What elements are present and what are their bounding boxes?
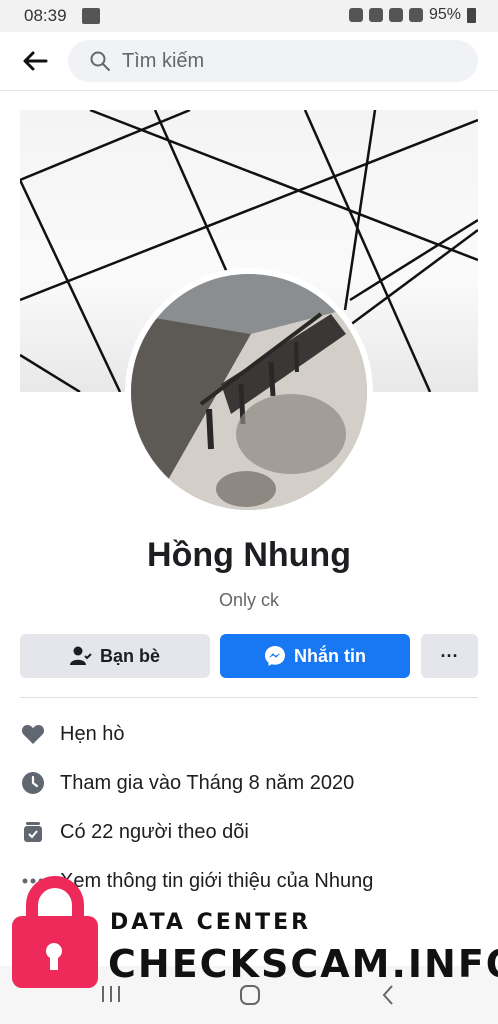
profile-name: Hồng Nhung bbox=[147, 536, 351, 574]
status-time: 08:39 bbox=[24, 6, 67, 25]
friends-button-label: Bạn bè bbox=[99, 645, 160, 666]
info-text: Hẹn hò bbox=[60, 722, 125, 745]
profile-avatar[interactable] bbox=[131, 274, 367, 510]
friend-user-icon bbox=[69, 646, 92, 665]
watermark-subtitle: DATA CENTER bbox=[110, 910, 312, 935]
alarm-icon bbox=[348, 8, 363, 22]
back-arrow-icon[interactable] bbox=[20, 48, 48, 74]
watermark-title: CHECKSCAM.INFO bbox=[108, 942, 498, 986]
followers-icon bbox=[20, 819, 46, 845]
recent-apps-icon[interactable] bbox=[100, 984, 122, 1004]
avatar-photo bbox=[131, 274, 367, 510]
search-icon bbox=[90, 51, 110, 71]
status-bar: 08:39 95% bbox=[0, 0, 498, 32]
info-row-followers[interactable]: Có 22 người theo dõi bbox=[20, 815, 249, 849]
info-row-dating[interactable]: Hẹn hò bbox=[20, 717, 125, 751]
divider bbox=[20, 697, 478, 698]
message-button[interactable]: Nhắn tin bbox=[220, 634, 410, 678]
clock-icon bbox=[20, 770, 46, 796]
friends-button[interactable]: Bạn bè bbox=[20, 634, 210, 678]
divider bbox=[0, 90, 498, 91]
top-bar: Tìm kiếm bbox=[0, 32, 498, 90]
more-dots-icon: ··· bbox=[440, 645, 459, 666]
lock-keyhole-stem bbox=[50, 954, 58, 970]
battery-percent: 95% bbox=[428, 6, 461, 23]
search-placeholder: Tìm kiếm bbox=[122, 50, 205, 72]
back-nav-icon[interactable] bbox=[380, 984, 396, 1006]
home-icon[interactable] bbox=[239, 984, 261, 1006]
heart-icon bbox=[20, 721, 46, 747]
profile-bio: Only ck bbox=[218, 590, 279, 610]
watermark: DATA CENTER CHECKSCAM.INFO bbox=[0, 870, 498, 988]
battery-icon bbox=[467, 7, 476, 23]
signal-icon bbox=[408, 8, 423, 22]
wifi-icon bbox=[388, 8, 403, 22]
info-text: Có 22 người theo dõi bbox=[60, 820, 249, 843]
message-button-label: Nhắn tin bbox=[294, 645, 366, 666]
search-bar[interactable]: Tìm kiếm bbox=[68, 40, 478, 82]
mute-icon bbox=[368, 8, 383, 22]
gallery-notification-icon bbox=[82, 8, 100, 24]
status-icons: 95% bbox=[348, 6, 476, 24]
messenger-icon bbox=[265, 646, 285, 666]
info-text: Tham gia vào Tháng 8 năm 2020 bbox=[60, 771, 355, 794]
info-row-joined: Tham gia vào Tháng 8 năm 2020 bbox=[20, 766, 354, 800]
more-options-button[interactable]: ··· bbox=[421, 634, 478, 678]
